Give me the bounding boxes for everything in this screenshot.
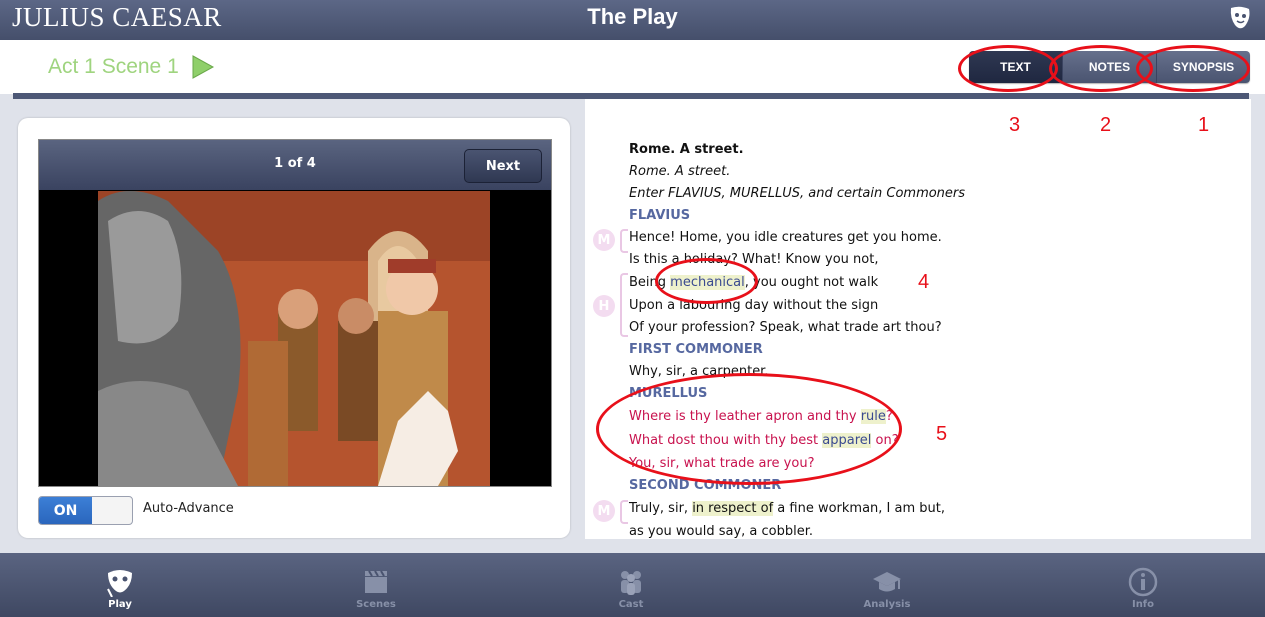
note-marker[interactable]: M [593,229,615,251]
toggle-on-label: ON [39,497,92,524]
play-icon[interactable] [191,54,215,80]
stage-direction: Rome. A street. [629,164,731,179]
note-bracket [620,500,628,524]
annotation-circle [596,373,902,485]
note-marker[interactable]: M [593,500,615,522]
line-text: a fine workman, I am but, [773,501,946,516]
annotation-number: 5 [936,423,948,445]
stage-direction: Enter FLAVIUS, MURELLUS, and certain Com… [629,186,966,201]
scene-heading: Rome. A street. [629,142,744,157]
scene-title: Act 1 Scene 1 [48,55,179,78]
tab-info[interactable]: Info [1093,553,1193,617]
tab-label: Cast [618,599,644,610]
tab-scenes[interactable]: Scenes [326,553,426,617]
theatre-mask-icon[interactable] [1225,4,1255,34]
tab-analysis[interactable]: Analysis [837,553,937,617]
annotation-number: 4 [918,271,930,293]
video-player[interactable]: 1 of 4 Next [38,139,552,487]
note-marker[interactable]: H [593,295,615,317]
annotation-circle [958,45,1058,92]
speaker-name: FIRST COMMONER [629,342,763,357]
video-toolbar: 1 of 4 Next [39,140,551,190]
annotation-number: 1 [1198,114,1210,136]
annotation-circle [1136,45,1250,92]
line-text: , you ought not walk [744,275,879,290]
auto-advance-toggle[interactable]: ON [38,496,133,525]
scene-illustration [98,191,490,486]
line-text: Truly, sir, [629,501,693,516]
tab-label: Play [108,599,132,610]
graduation-cap-icon [873,572,901,592]
script-line: Truly, sir, in respect of a fine workman… [629,501,945,516]
info-icon [1128,567,1158,597]
bottom-tab-bar: Play Scenes Cast Analysis Info [0,553,1265,617]
glossary-term[interactable]: in respect of [692,501,774,516]
top-bar: JULIUS CAESAR The Play [0,0,1265,40]
annotation-circle [655,258,758,304]
script-line: Upon a labouring day without the sign [629,298,879,313]
auto-advance-label: Auto-Advance [143,501,234,516]
tab-label: Scenes [356,599,396,610]
tab-label: Analysis [863,599,911,610]
tab-cast[interactable]: Cast [581,553,681,617]
script-line: Of your profession? Speak, what trade ar… [629,320,942,335]
note-bracket [620,273,628,337]
script-line: Hence! Home, you idle creatures get you … [629,230,942,245]
speaker-name: FLAVIUS [629,208,691,223]
note-bracket [620,229,628,253]
annotation-number: 3 [1009,114,1021,136]
clapperboard-icon [365,570,387,593]
tab-play[interactable]: Play [70,553,170,617]
tab-label: Info [1131,599,1155,610]
people-icon [621,571,641,595]
annotation-number: 2 [1100,114,1112,136]
script-line: as you would say, a cobbler. [629,524,814,539]
page-title: The Play [587,4,678,29]
script-line: Is this a holiday? What! Know you not, [629,252,879,267]
mask-icon [107,570,132,597]
next-button[interactable]: Next [464,149,542,183]
